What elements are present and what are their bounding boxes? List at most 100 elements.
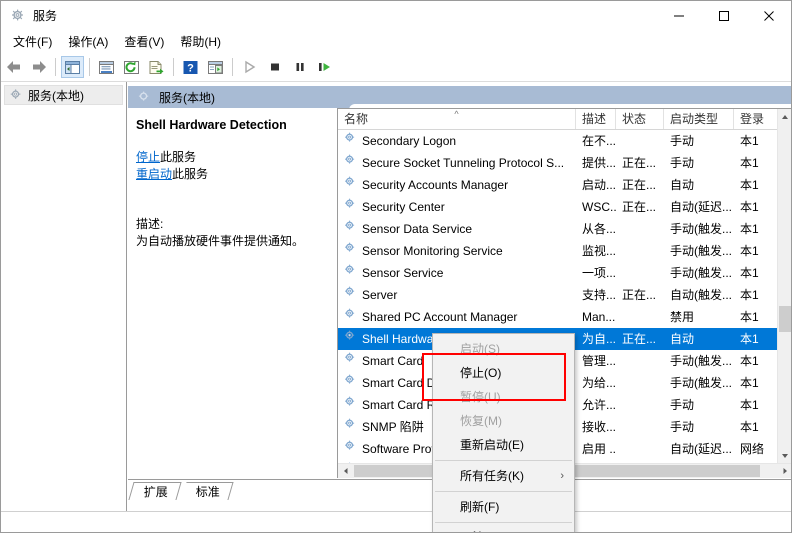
cell-name-label: Secondary Logon [362,134,457,148]
service-gear-icon [343,350,357,372]
services-gear-icon [10,89,21,99]
cell-logon-as: 本1 [740,310,759,324]
scroll-down-arrow-icon[interactable] [778,448,791,464]
scroll-right-arrow-icon[interactable] [777,464,791,478]
cell-status: 正在... [622,288,657,302]
cell-description: Man... [582,310,616,324]
svg-text:?: ? [187,62,194,74]
cell-name-label: Security Center [362,200,445,214]
window-controls [656,1,791,31]
maximize-button[interactable] [701,1,746,31]
context-menu-separator [435,522,572,523]
cell-description: 监视... [582,244,616,258]
detail-description-text: 为自动播放硬件事件提供通知。 [136,234,305,248]
cell-logon-as: 本1 [740,266,759,280]
service-gear-icon [345,396,355,406]
tree-item-services-local[interactable]: 服务(本地) [4,85,123,105]
results-pane-header: 服务(本地) [128,86,791,114]
cell-name-label: Sensor Monitoring Service [362,244,503,258]
cell-logon-as: 本1 [740,178,759,192]
table-row[interactable]: Secure Socket Tunneling Protocol S... 提供.… [338,152,778,174]
close-button[interactable] [746,1,791,31]
scroll-left-arrow-icon[interactable] [338,464,353,478]
table-row[interactable]: Sensor Monitoring Service 监视... 手动(触发... 本1 [338,240,778,262]
menu-help[interactable]: 帮助(H) [172,32,229,52]
refresh-icon[interactable] [120,56,143,78]
column-header-logon-as[interactable]: 登录 [734,109,778,129]
stop-service-link[interactable]: 停止 [136,150,160,164]
forward-icon[interactable] [27,56,50,78]
cell-name: Sensor Service [338,262,576,284]
column-header-status[interactable]: 状态 [616,109,664,129]
cell-logon-as: 本1 [740,244,759,258]
column-header-startup-type[interactable]: 启动类型 [664,109,734,129]
back-icon[interactable] [2,56,25,78]
service-gear-icon [343,328,357,350]
service-gear-icon [343,262,357,284]
context-restart[interactable]: 重新启动(E) [433,433,574,457]
menu-action[interactable]: 操作(A) [60,32,116,52]
service-gear-icon [345,440,355,450]
restart-service-suffix: 此服务 [172,167,209,181]
cell-startup-type: 手动(触发... [670,354,732,368]
cell-name-label: Server [362,288,398,302]
cell-startup-type: 手动(触发... [670,244,732,258]
tree-item-label: 服务(本地) [28,88,84,103]
service-detail-panel: Shell Hardware Detection 停止此服务 重启动此服务 描述… [128,108,337,478]
table-row[interactable]: Security Center WSC... 正在... 自动(延迟... 本1 [338,196,778,218]
restart-service-link[interactable]: 重启动 [136,167,172,181]
services-gear-icon [138,91,149,101]
table-row[interactable]: Sensor Data Service 从各... 手动(触发... 本1 [338,218,778,240]
tab-extended[interactable]: 扩展 [128,482,182,500]
cell-description: 支持... [582,288,616,302]
cell-logon-as: 本1 [740,156,759,170]
cell-startup-type: 自动 [670,178,695,192]
services-window: 服务 文件(F) 操作(A) 查看(V) 帮助(H) ? 服务(本地) 服务(本… [0,0,792,533]
column-header-description[interactable]: 描述 [576,109,616,129]
show-hide-action-pane-icon[interactable] [95,56,118,78]
cell-name-label: Security Accounts Manager [362,178,509,192]
help-icon[interactable]: ? [179,56,202,78]
menu-file[interactable]: 文件(F) [5,32,60,52]
service-gear-icon [343,174,357,196]
table-row[interactable]: Server 支持... 正在... 自动(触发... 本1 [338,284,778,306]
list-header-row: 名称 ^ 描述 状态 启动类型 登录 [338,109,791,130]
context-refresh[interactable]: 刷新(F) [433,495,574,519]
table-row[interactable]: Shared PC Account Manager Man... 禁用 本1 [338,306,778,328]
vertical-scrollbar[interactable] [777,109,791,464]
context-stop[interactable]: 停止(O) [433,361,574,385]
context-properties[interactable]: 属性(R) [433,526,574,532]
context-menu-separator [435,491,572,492]
table-row[interactable]: Security Accounts Manager 启动... 正在... 自动 本1 [338,174,778,196]
minimize-button[interactable] [656,1,701,31]
export-list-icon[interactable] [145,56,168,78]
show-hide-description-icon[interactable] [204,56,227,78]
restart-service-icon[interactable] [313,56,336,78]
pause-service-icon[interactable] [288,56,311,78]
table-row[interactable]: Secondary Logon 在不... 手动 本1 [338,130,778,152]
cell-name: Security Center [338,196,576,218]
context-resume: 恢复(M) [433,409,574,433]
cell-logon-as: 本1 [740,200,759,214]
service-gear-icon [343,416,357,438]
service-gear-icon [345,352,355,362]
sort-ascending-icon: ^ [454,109,459,119]
cell-logon-as: 本1 [740,134,759,148]
table-row[interactable]: Sensor Service 一项... 手动(触发... 本1 [338,262,778,284]
column-header-name[interactable]: 名称 ^ [338,109,576,129]
stop-service-icon[interactable] [263,56,286,78]
start-service-icon[interactable] [238,56,261,78]
context-resume-label: 恢复(M) [460,414,502,428]
scroll-up-arrow-icon[interactable] [778,109,791,125]
cell-name-label: Secure Socket Tunneling Protocol S... [362,156,565,170]
cell-description: 在不... [582,134,616,148]
cell-startup-type: 自动(延迟... [670,442,732,456]
cell-startup-type: 手动 [670,156,695,170]
menu-view[interactable]: 查看(V) [116,32,172,52]
vertical-scrollbar-thumb[interactable] [779,306,791,332]
context-all-tasks[interactable]: 所有任务(K) › [433,464,574,488]
context-all-tasks-label: 所有任务(K) [460,469,524,483]
show-hide-console-tree-icon[interactable] [61,56,84,78]
service-gear-icon [345,330,355,340]
tab-standard[interactable]: 标准 [181,482,234,500]
